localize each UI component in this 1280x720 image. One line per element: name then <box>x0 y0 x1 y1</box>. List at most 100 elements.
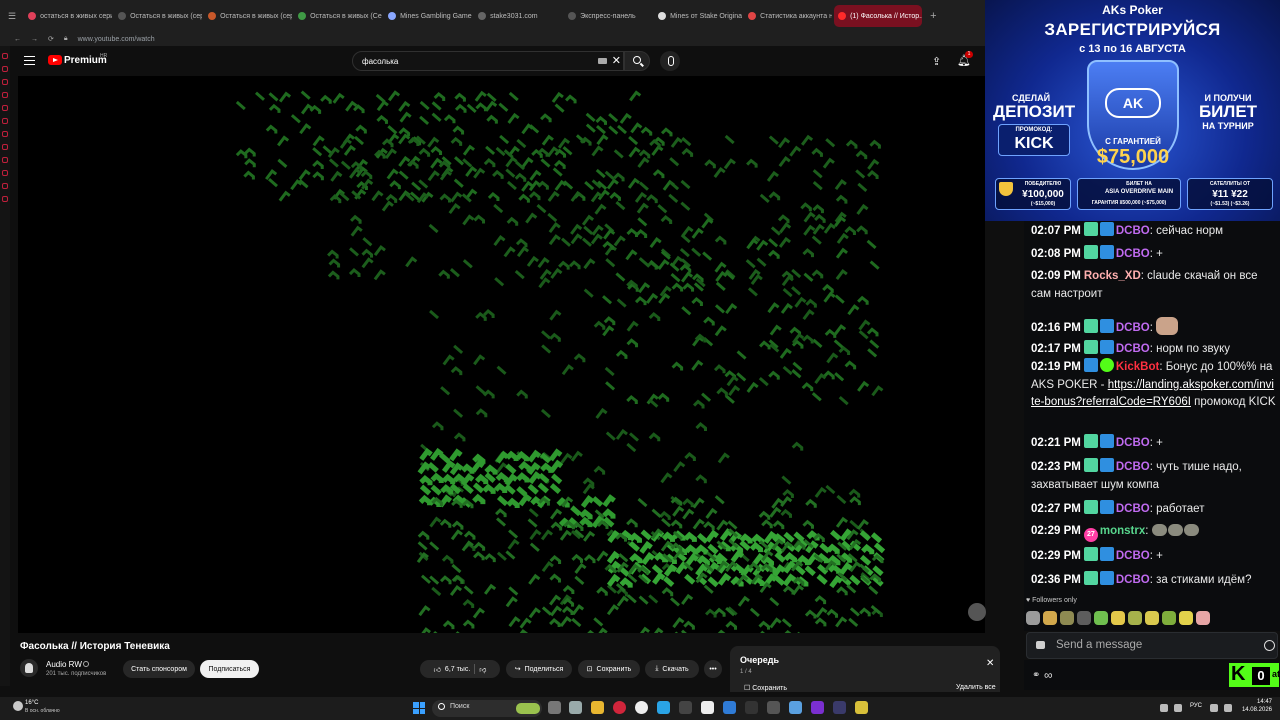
emote-icon[interactable] <box>1162 611 1176 625</box>
emote-icon[interactable] <box>1077 611 1091 625</box>
tray-chevron-icon[interactable] <box>1160 704 1168 712</box>
chat-username[interactable]: DCBO <box>1116 343 1150 355</box>
emote-icon[interactable] <box>1128 611 1142 625</box>
close-icon[interactable]: ✕ <box>986 658 994 669</box>
sidebar-app-icon[interactable] <box>2 66 8 72</box>
browser-tab[interactable]: (1) Фасолька // Истор... <box>834 5 923 27</box>
browser-tab[interactable]: Mines Gambling Game In... <box>384 5 472 27</box>
pink-badge-icon[interactable]: 27 <box>1083 528 1098 542</box>
sidebar-app-icon[interactable] <box>2 118 8 124</box>
more-actions-button[interactable]: ••• <box>704 660 722 678</box>
app-icon[interactable] <box>811 701 824 714</box>
upload-icon[interactable]: ⇪ <box>932 55 941 68</box>
chat-username[interactable]: Rocks_XD <box>1084 270 1141 282</box>
blue-badge-icon[interactable] <box>1083 358 1098 372</box>
save-button[interactable]: ⊡ Сохранить <box>578 660 640 678</box>
blue-badge-icon[interactable] <box>1099 458 1114 472</box>
points-icon[interactable]: ⚭ <box>1032 670 1040 681</box>
browser-tab[interactable]: Остаться в живых (сер... <box>204 5 292 27</box>
green-badge-icon[interactable] <box>1083 340 1098 354</box>
blue-badge-icon[interactable] <box>1099 547 1114 561</box>
obs-icon[interactable] <box>767 701 780 714</box>
blue-badge-icon[interactable] <box>1099 434 1114 448</box>
green-badge-icon[interactable] <box>1083 245 1098 259</box>
tray-app-icon[interactable] <box>1174 704 1182 712</box>
search-input[interactable]: фасолька ✕ <box>352 51 624 71</box>
chat-username[interactable]: DCBO <box>1116 248 1150 260</box>
emote-icon[interactable] <box>1196 611 1210 625</box>
green-badge-icon[interactable] <box>1083 571 1098 585</box>
keyboard-icon[interactable] <box>598 58 607 64</box>
hamburger-menu-icon[interactable] <box>24 56 35 65</box>
subscribe-button[interactable]: Подписаться <box>200 660 259 678</box>
yandex-icon[interactable] <box>635 701 648 714</box>
emote-icon[interactable] <box>1145 611 1159 625</box>
browser-tab[interactable]: Остаться в живых (Сер... <box>294 5 382 27</box>
url-text[interactable]: www.youtube.com/watch <box>78 36 155 43</box>
steam-icon[interactable] <box>723 701 736 714</box>
channel-avatar[interactable] <box>20 659 38 677</box>
sidebar-app-icon[interactable] <box>2 53 8 59</box>
app-icon[interactable] <box>679 701 692 714</box>
chat-username[interactable]: KickBot <box>1116 361 1159 373</box>
chat-message-input[interactable]: Send a message <box>1026 632 1278 659</box>
green-badge-icon[interactable] <box>1083 547 1098 561</box>
search-button[interactable] <box>624 51 650 71</box>
app-icon[interactable] <box>569 701 582 714</box>
chat-emote-icon[interactable] <box>1156 317 1179 335</box>
sidebar-app-icon[interactable] <box>2 105 8 111</box>
windows-start-icon[interactable] <box>413 702 425 714</box>
green-badge-icon[interactable] <box>1083 458 1098 472</box>
emote-icon[interactable] <box>1179 611 1193 625</box>
network-icon[interactable] <box>1210 704 1218 712</box>
chat-username[interactable]: DCBO <box>1116 437 1150 449</box>
app-icon[interactable] <box>833 701 846 714</box>
volume-icon[interactable] <box>1224 704 1232 712</box>
sidebar-app-icon[interactable] <box>2 92 8 98</box>
browser-tab[interactable]: Статистика аккаунта н... <box>744 5 832 27</box>
chat-emote-icon[interactable] <box>1151 524 1167 536</box>
clock-time[interactable]: 14:47 <box>1242 699 1272 705</box>
chat-username[interactable]: monstrx <box>1100 525 1145 537</box>
chat-username[interactable]: DCBO <box>1116 225 1150 237</box>
video-player[interactable] <box>18 76 985 633</box>
clock-date[interactable]: 14.08.2026 <box>1236 707 1272 713</box>
chat-username[interactable]: DCBO <box>1116 574 1150 586</box>
sidebar-app-icon[interactable] <box>2 170 8 176</box>
address-bar[interactable]: ← → ⟳ 🔒︎ www.youtube.com/watch <box>0 32 985 46</box>
green-badge-icon[interactable] <box>1083 500 1098 514</box>
sidebar-app-icon[interactable] <box>2 144 8 150</box>
green-badge-icon[interactable] <box>1083 434 1098 448</box>
sidebar-app-icon[interactable] <box>2 196 8 202</box>
chat-username[interactable]: DCBO <box>1116 550 1150 562</box>
sidebar-app-icon[interactable] <box>2 157 8 163</box>
green-badge-icon[interactable] <box>1083 319 1098 333</box>
emote-icon[interactable] <box>1111 611 1125 625</box>
thumbs-down-icon[interactable]: 👎︎ <box>479 665 486 674</box>
telegram-icon[interactable] <box>657 701 670 714</box>
chat-username[interactable]: DCBO <box>1116 322 1150 334</box>
kick-logo-icon[interactable]: K 0 at <box>1229 663 1280 687</box>
like-dislike-button[interactable]: 👍︎ 6,7 тыс. 👎︎ <box>420 660 500 678</box>
browser-menu-icon[interactable]: ☰ <box>8 11 16 22</box>
app-icon[interactable] <box>855 701 868 714</box>
browser-tab[interactable]: stake3031.com <box>474 5 562 27</box>
input-language[interactable]: РУС <box>1190 703 1202 709</box>
download-button[interactable]: ⤓ Скачать <box>645 660 699 678</box>
thumbs-up-icon[interactable]: 👍︎ <box>434 665 441 674</box>
blue-badge-icon[interactable] <box>1099 571 1114 585</box>
opera-browser-icon[interactable] <box>613 701 626 714</box>
blue-badge-icon[interactable] <box>1099 500 1114 514</box>
chat-emote-icon[interactable] <box>1183 524 1199 536</box>
reload-icon[interactable]: ⟳ <box>48 35 54 43</box>
green-badge-icon[interactable] <box>1083 222 1098 236</box>
voice-search-mic-icon[interactable] <box>660 51 680 71</box>
app-icon[interactable] <box>745 701 758 714</box>
file-explorer-icon[interactable] <box>591 701 604 714</box>
browser-tab[interactable]: Остаться в живых (сер... <box>114 5 202 27</box>
sidebar-app-icon[interactable] <box>2 131 8 137</box>
browser-tab[interactable]: остаться в живых серия <box>24 5 112 27</box>
chat-settings-icon[interactable] <box>1036 641 1045 649</box>
blue-badge-icon[interactable] <box>1099 319 1114 333</box>
browser-tab[interactable]: Mines от Stake Originals <box>654 5 742 27</box>
